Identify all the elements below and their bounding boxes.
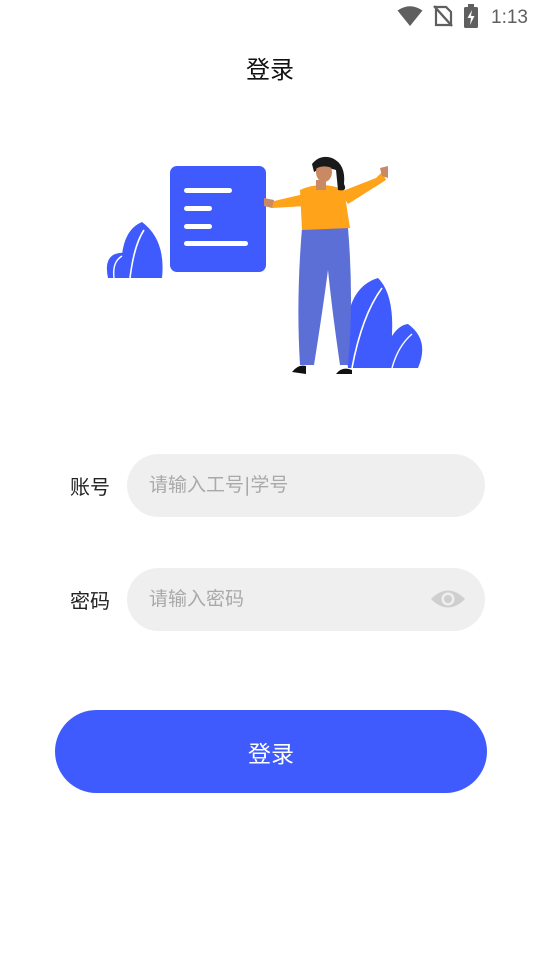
status-time: 1:13	[491, 7, 528, 28]
login-screen: 1:13 登录 账号 请输入工号|学号 密码 登录	[0, 0, 540, 960]
battery-charging-icon	[463, 4, 479, 32]
account-label: 账号	[70, 474, 110, 499]
login-illustration	[100, 150, 440, 385]
password-row: 密码	[55, 567, 485, 631]
status-icons: 1:13	[397, 4, 528, 32]
left-leaf-icon	[106, 222, 163, 279]
right-leaf-icon	[346, 278, 423, 369]
page-title: 登录	[246, 56, 294, 84]
password-field-container	[127, 567, 485, 631]
eye-icon[interactable]	[429, 586, 467, 612]
account-row: 账号	[55, 453, 485, 517]
account-field-container	[127, 453, 485, 517]
no-sim-icon	[433, 5, 453, 31]
status-bar: 1:13	[0, 0, 540, 36]
account-input[interactable]	[127, 453, 485, 517]
wifi-icon	[397, 5, 423, 31]
document-icon	[170, 166, 266, 272]
password-label: 密码	[70, 588, 110, 613]
login-button[interactable]: 登录	[55, 710, 487, 793]
